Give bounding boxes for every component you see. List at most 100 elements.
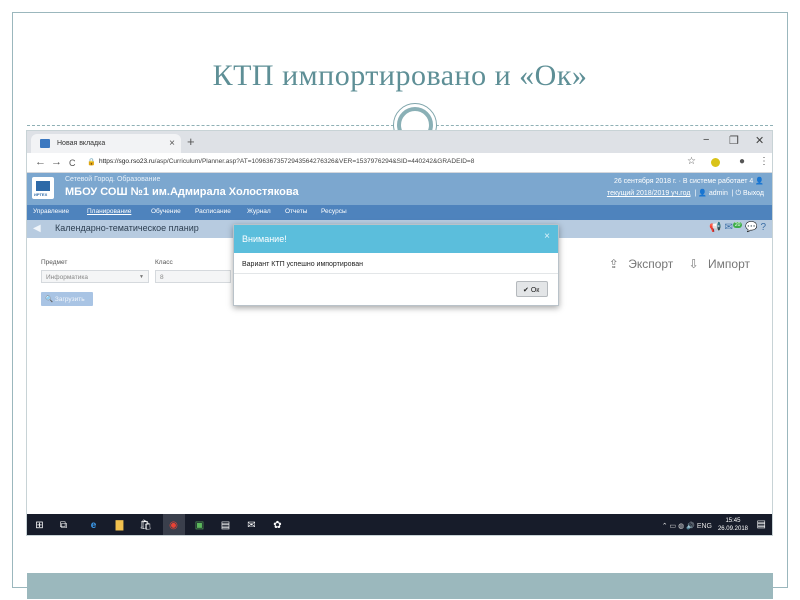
tab-favicon-icon: [40, 139, 50, 148]
class-value: 8: [160, 274, 164, 281]
export-icon: ⇪: [608, 257, 619, 271]
browser-tabbar: Новая вкладка × + − ❐ ✕: [27, 131, 772, 153]
announcement-icon[interactable]: 📢: [709, 222, 721, 233]
menu-item-resources[interactable]: Ресурсы: [321, 208, 347, 215]
logo-building-icon: [36, 181, 50, 191]
windows-taskbar: ⊞ ⧉ e ▇ 🛍 ◉ ▣ ▤ ✉ ✿ ﾠ ⌃ ▭ ◍ 🔊 ENG 15:45 …: [27, 514, 772, 535]
slide-bottom-band: [27, 573, 773, 599]
bookmark-star-icon[interactable]: ☆: [687, 156, 696, 167]
user-link[interactable]: admin: [709, 190, 728, 197]
import-label: Импорт: [708, 257, 750, 271]
chat-icon[interactable]: 💬: [745, 222, 757, 233]
dialog-close-icon[interactable]: ×: [544, 231, 550, 242]
school-name: МБОУ СОШ №1 им.Адмирала Холостякова: [65, 186, 299, 198]
tab-title: Новая вкладка: [57, 140, 106, 147]
export-link[interactable]: ⇪ Экспорт: [603, 257, 674, 271]
session-info: 26 сентября 2018 г. · В системе работает…: [614, 177, 764, 185]
browser-menu-icon[interactable]: ⋮: [759, 156, 769, 167]
url-host: https://sgo.rso23.ru: [99, 158, 155, 165]
battery-icon[interactable]: ▭: [670, 523, 677, 530]
mail-app-icon[interactable]: ✉: [245, 519, 258, 532]
app-icon-3[interactable]: ✿: [271, 519, 284, 532]
extension-icon[interactable]: [711, 158, 720, 167]
dialog-message: Вариант КТП успешно импортирован: [242, 261, 363, 268]
browser-screenshot: Новая вкладка × + − ❐ ✕ ← → C 🔒 https://…: [26, 130, 773, 536]
url-path: /asp/Curriculum/Planner.asp?AT=109636735…: [154, 158, 475, 165]
menu-item-education[interactable]: Обучение: [151, 208, 181, 215]
language-indicator[interactable]: ENG: [697, 523, 712, 530]
dialog-divider: [234, 273, 558, 274]
minimize-button[interactable]: −: [703, 134, 709, 146]
system-tray: ﾠ ⌃ ▭ ◍ 🔊 ENG: [653, 521, 712, 531]
date-line: 26 сентября 2018 г. · В системе работает…: [613, 178, 754, 185]
menu-item-planning[interactable]: Планирование: [87, 208, 131, 215]
menu-item-schedule[interactable]: Расписание: [195, 208, 231, 215]
tray-chevron-icon[interactable]: ⌃: [662, 523, 668, 530]
mail-icon[interactable]: ✉: [724, 222, 732, 233]
subject-label: Предмет: [41, 259, 68, 266]
close-window-button[interactable]: ✕: [755, 134, 764, 147]
notification-icon[interactable]: ▤: [757, 519, 766, 530]
alert-dialog: Внимание! × Вариант КТП успешно импортир…: [233, 224, 559, 306]
ok-button[interactable]: ✔ Ок: [516, 281, 548, 297]
app-logo[interactable]: ИРТЕХ: [32, 177, 54, 199]
export-import-group: ⇪ Экспорт ⇩ Импорт: [597, 257, 750, 271]
dialog-title: Внимание!: [242, 234, 287, 244]
chrome-icon[interactable]: ◉: [167, 519, 180, 532]
app-icon-2[interactable]: ▤: [219, 519, 232, 532]
task-view-icon[interactable]: ⧉: [57, 519, 70, 532]
clock[interactable]: 15:45 26.09.2018: [718, 517, 748, 533]
menu-item-management[interactable]: Управление: [33, 208, 69, 215]
reload-button[interactable]: C: [69, 158, 76, 168]
app-header: ИРТЕХ Сетевой Город. Образование МБОУ СО…: [27, 173, 772, 205]
subject-select[interactable]: Информатика ▼: [41, 270, 149, 283]
logout-icon: ⏻: [735, 190, 742, 197]
main-menu: Управление Планирование Обучение Расписа…: [27, 205, 772, 220]
chevron-down-icon: ▼: [139, 274, 144, 280]
user-icon: 👤: [698, 190, 707, 197]
forward-button[interactable]: →: [51, 156, 62, 168]
browser-toolbar: ← → C 🔒 https://sgo.rso23.ru/asp/Curricu…: [27, 153, 772, 173]
new-tab-button[interactable]: +: [187, 134, 195, 149]
edge-icon[interactable]: e: [87, 519, 100, 532]
store-icon[interactable]: 🛍: [139, 519, 152, 532]
app-icon[interactable]: ▣: [193, 519, 206, 532]
address-input[interactable]: https://sgo.rso23.ru/asp/Curriculum/Plan…: [99, 158, 474, 165]
folder-icon[interactable]: ▇: [113, 519, 126, 532]
back-button[interactable]: ←: [35, 156, 46, 168]
mail-count-badge: 20: [732, 222, 743, 228]
network-icon[interactable]: ◍: [678, 523, 684, 530]
help-icon[interactable]: ?: [760, 222, 766, 233]
slide-title: КТП импортировано и «Ок»: [212, 59, 588, 92]
dialog-header: Внимание! ×: [234, 225, 558, 253]
import-icon: ⇩: [688, 257, 699, 271]
search-icon: 🔍: [45, 296, 54, 303]
page-title: Календарно-тематическое планир: [55, 223, 199, 233]
load-button[interactable]: 🔍 Загрузить: [41, 292, 93, 306]
volume-icon[interactable]: 🔊: [686, 523, 695, 530]
people-icon[interactable]: ﾠ: [653, 523, 659, 530]
start-icon[interactable]: ⊞: [33, 519, 46, 532]
clock-time: 15:45: [725, 518, 741, 524]
maximize-button[interactable]: ❐: [729, 134, 739, 147]
account-icon[interactable]: ●: [739, 156, 745, 167]
year-link[interactable]: текущий 2018/2019 уч.год: [607, 190, 691, 197]
calendar-icon: ◀: [33, 223, 41, 234]
tab-close-icon[interactable]: ×: [169, 138, 175, 149]
class-select[interactable]: 8: [155, 270, 231, 283]
menu-item-journal[interactable]: Журнал: [247, 208, 271, 215]
header-tools: 📢 ✉ 20 💬 ?: [709, 222, 766, 233]
brand-name: Сетевой Город. Образование: [65, 176, 161, 183]
export-label: Экспорт: [628, 257, 674, 271]
browser-tab[interactable]: Новая вкладка ×: [31, 134, 181, 153]
ok-button-label: Ок: [530, 287, 540, 294]
user-icon: 👤: [755, 178, 764, 185]
load-button-label: Загрузить: [54, 296, 85, 303]
logout-link[interactable]: Выход: [743, 190, 764, 197]
import-link[interactable]: ⇩ Импорт: [683, 257, 750, 271]
clock-date: 26.09.2018: [717, 526, 748, 532]
logo-text: ИРТЕХ: [34, 192, 48, 197]
menu-item-reports[interactable]: Отчеты: [285, 208, 307, 215]
user-bar: текущий 2018/2019 уч.год | 👤 admin | ⏻ В…: [606, 190, 764, 197]
check-icon: ✔: [523, 287, 529, 294]
